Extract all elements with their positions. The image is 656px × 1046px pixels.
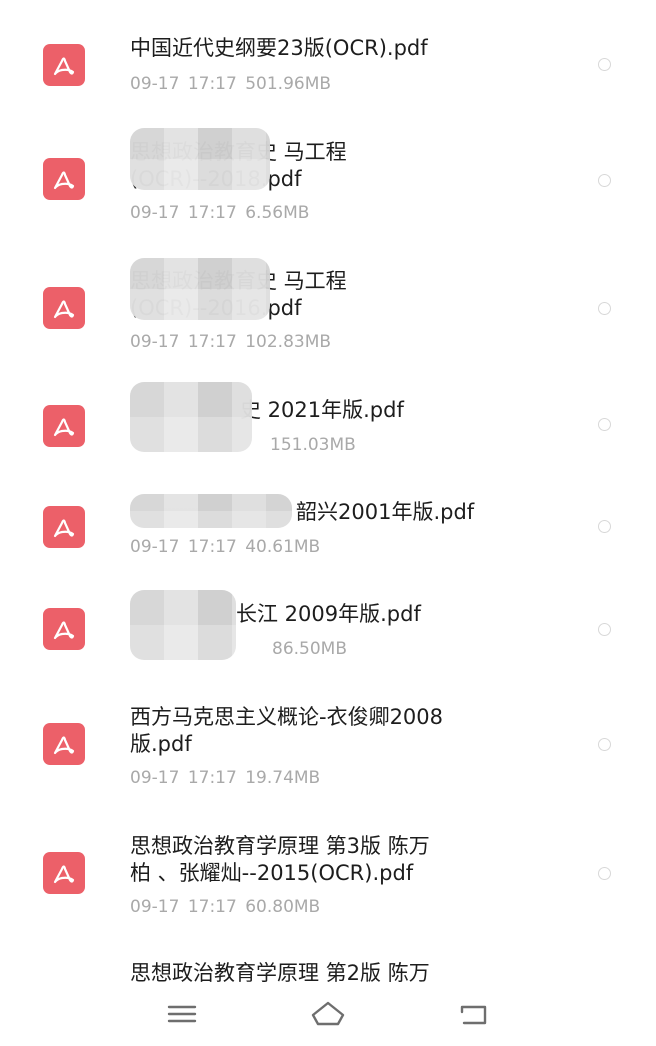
file-meta: 09-17 17:17 6.56MB [130,202,309,224]
file-size: 19.74MB [245,768,321,788]
file-meta: 151.03MB [270,434,356,456]
select-radio[interactable] [598,302,611,315]
file-name: 长江 2009年版.pdf [236,602,421,626]
redaction-mosaic [130,258,270,320]
file-list: 中国近代史纲要23版(OCR).pdf 09-17 17:17 501.96MB… [0,0,656,990]
file-date: 09-17 [130,203,180,223]
select-radio[interactable] [598,174,611,187]
pdf-icon [43,506,85,548]
file-meta: 09-17 17:17 501.96MB [130,73,331,95]
file-meta: 09-17 17:17 40.61MB [130,536,320,558]
pdf-icon [43,723,85,765]
select-radio[interactable] [598,867,611,880]
file-meta: 09-17 17:17 60.80MB [130,896,320,918]
pdf-icon [43,405,85,447]
select-radio[interactable] [598,520,611,533]
file-size: 151.03MB [270,435,356,455]
file-time: 17:17 [187,203,237,223]
file-name: 中国近代史纲要23版(OCR).pdf [130,36,428,60]
home-icon[interactable] [308,998,348,1030]
select-radio[interactable] [598,58,611,71]
pdf-icon [43,158,85,200]
select-radio[interactable] [598,418,611,431]
file-meta: 86.50MB [272,638,347,660]
select-radio[interactable] [598,738,611,751]
redaction-mosaic [130,590,236,660]
file-date: 09-17 [130,537,180,557]
pdf-icon [43,44,85,86]
pdf-icon [43,608,85,650]
file-size: 102.83MB [245,332,332,352]
select-radio[interactable] [598,623,611,636]
file-name: 史 2021年版.pdf [240,398,404,422]
file-time: 17:17 [187,332,237,352]
file-date: 09-17 [130,332,180,352]
file-size: 6.56MB [245,203,310,223]
file-size: 501.96MB [245,74,332,94]
file-size: 60.80MB [245,897,321,917]
file-name: 思想政治教育学原理 第2版 陈万 [130,961,430,985]
file-date: 09-17 [130,897,180,917]
pdf-icon [43,287,85,329]
file-date: 09-17 [130,74,180,94]
file-name: 思想政治教育学原理 第3版 陈万 柏 、张耀灿--2015(OCR).pdf [130,834,430,885]
file-time: 17:17 [187,897,237,917]
navigation-bar [0,990,656,1046]
menu-icon[interactable] [162,998,202,1030]
file-name: 西方马克思主义概论-衣俊卿2008 版.pdf [130,705,444,756]
file-meta: 09-17 17:17 102.83MB [130,331,331,353]
redaction-mosaic [130,382,252,452]
file-time: 17:17 [187,74,237,94]
redaction-mosaic [130,128,270,190]
file-meta: 09-17 17:17 19.74MB [130,767,320,789]
pdf-icon [43,852,85,894]
file-size: 40.61MB [245,537,321,557]
back-icon[interactable] [454,998,494,1030]
file-date: 09-17 [130,768,180,788]
file-size: 86.50MB [272,639,347,659]
file-time: 17:17 [187,537,237,557]
file-time: 17:17 [187,768,237,788]
redaction-mosaic [130,494,292,528]
